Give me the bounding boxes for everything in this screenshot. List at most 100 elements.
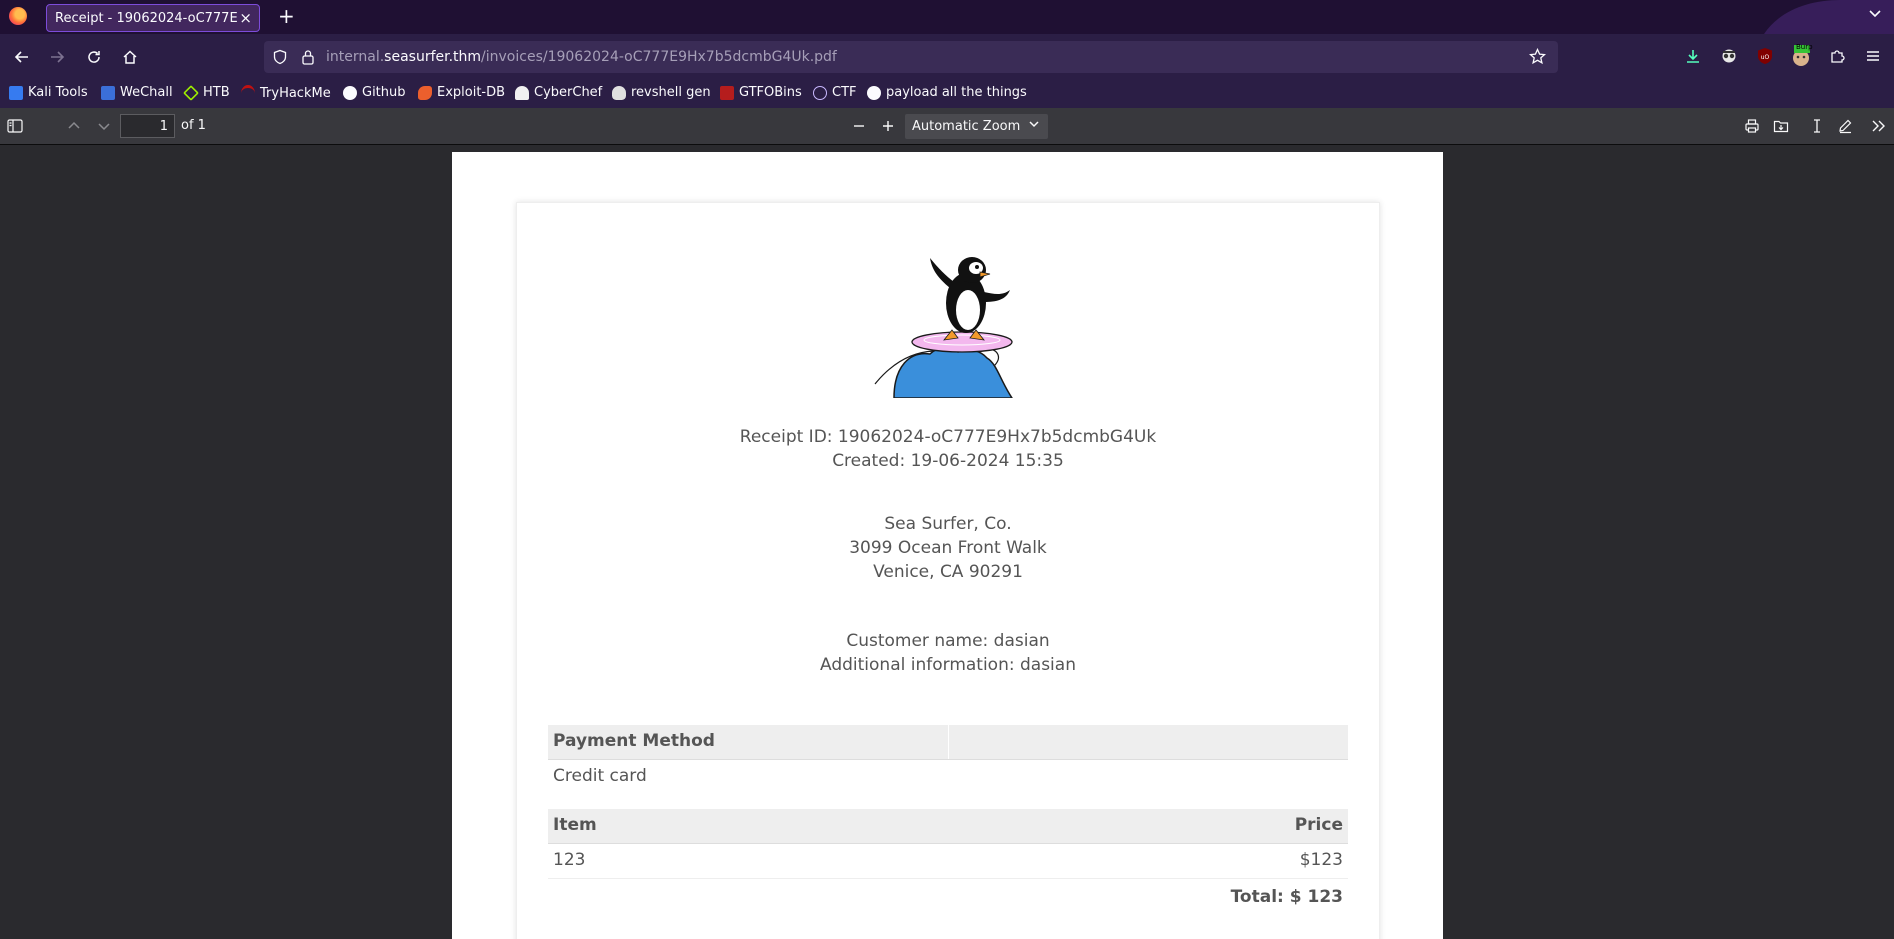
github-icon <box>867 85 881 100</box>
bookmark-label: HTB <box>203 85 230 100</box>
new-tab-icon[interactable]: + <box>278 6 295 26</box>
bookmark-payload-all-the-things[interactable]: payload all the things <box>867 85 1027 100</box>
extension-glasses-button[interactable] <box>1718 45 1740 67</box>
zoom-select-value: Automatic Zoom <box>912 119 1021 134</box>
svg-text:uO: uO <box>1761 54 1770 61</box>
list-all-tabs-icon[interactable] <box>1868 6 1882 24</box>
bookmark-label: CyberChef <box>534 85 603 100</box>
bookmark-label: payload all the things <box>886 85 1027 100</box>
pdf-toolbar: of 1 Automatic Zoom <box>0 108 1894 145</box>
bookmark-cyberchef[interactable]: CyberChef <box>515 85 602 100</box>
zoom-in-button[interactable] <box>878 116 898 136</box>
heading-divider <box>948 725 1349 759</box>
burp-proxy-button[interactable]: Burp <box>1790 43 1813 67</box>
bookmark-ctf[interactable]: CTF <box>813 85 857 100</box>
forward-button[interactable] <box>45 45 69 69</box>
home-button[interactable] <box>118 45 142 69</box>
bookmark-label: Exploit-DB <box>437 85 506 100</box>
table-row: 123 $123 <box>548 844 1348 879</box>
total-row: Total: $ 123 <box>548 879 1348 913</box>
close-tab-icon[interactable]: × <box>239 9 252 27</box>
price-column-heading: Price <box>1294 815 1343 835</box>
bookmarks-toolbar: Kali Tools WeChall HTB TryHackMe Github … <box>0 80 1894 108</box>
bookmark-github[interactable]: Github <box>343 85 406 100</box>
tools-menu-button[interactable] <box>1869 116 1889 136</box>
printer-icon <box>1745 119 1759 133</box>
next-page-button[interactable] <box>94 116 114 136</box>
bookmark-star-icon[interactable] <box>1528 47 1547 69</box>
app-menu-button[interactable] <box>1862 45 1884 67</box>
download-icon <box>1687 50 1699 63</box>
navigation-bar: internal.seasurfer.thm/invoices/19062024… <box>0 34 1894 80</box>
bookmark-label: WeChall <box>120 85 173 100</box>
url-text[interactable]: internal.seasurfer.thm/invoices/19062024… <box>326 49 837 65</box>
text-tool-button[interactable] <box>1807 116 1827 136</box>
kali-icon <box>9 85 23 100</box>
plus-icon <box>883 121 893 131</box>
back-button[interactable] <box>10 45 34 69</box>
bookmark-exploit-db[interactable]: Exploit-DB <box>418 85 505 100</box>
customer-name: Customer name: dasian <box>846 631 1050 651</box>
bookmark-gtfobins[interactable]: GTFOBins <box>720 85 802 100</box>
bookmark-kali-tools[interactable]: Kali Tools <box>9 85 88 100</box>
save-button[interactable] <box>1771 116 1791 136</box>
bookmark-htb[interactable]: HTB <box>183 84 230 101</box>
bookmark-revshell-gen[interactable]: revshell gen <box>612 85 711 100</box>
url-path: /invoices/19062024-oC777E9Hx7b5dcmbG4Uk.… <box>481 49 837 65</box>
bookmark-label: GTFOBins <box>739 85 802 100</box>
extensions-button[interactable] <box>1826 45 1848 67</box>
chevron-down-icon <box>1028 117 1040 135</box>
company-city: Venice, CA 90291 <box>873 562 1023 582</box>
hamburger-menu-icon <box>1867 51 1879 61</box>
bookmark-label: Kali Tools <box>28 85 88 100</box>
cyberchef-icon <box>515 85 529 100</box>
bookmark-wechall[interactable]: WeChall <box>101 85 173 100</box>
receipt-created: Created: 19-06-2024 15:35 <box>832 451 1064 471</box>
url-host: seasurfer.thm <box>384 49 482 65</box>
minus-icon <box>854 125 864 127</box>
lock-icon[interactable] <box>301 49 315 69</box>
chevron-down-icon <box>98 123 110 131</box>
pencil-icon <box>1839 119 1852 134</box>
sidebar-icon <box>7 119 23 133</box>
text-cursor-icon <box>1814 119 1820 133</box>
burp-badge: Burp <box>1796 43 1813 51</box>
chevron-up-icon <box>68 121 80 129</box>
reload-button[interactable] <box>82 45 106 69</box>
penguin-surfer-logo <box>874 257 1013 398</box>
previous-page-button[interactable] <box>64 116 84 136</box>
pdf-page: Receipt ID: 19062024-oC777E9Hx7b5dcmbG4U… <box>452 152 1443 939</box>
firefox-logo-icon[interactable] <box>9 7 27 25</box>
items-table: Item Price 123 $123 Total: $ 123 <box>548 809 1348 913</box>
github-icon <box>343 85 357 100</box>
bookmark-tryhackme[interactable]: TryHackMe <box>241 85 331 102</box>
payment-method-heading: Payment Method <box>553 731 715 751</box>
page-number-input[interactable] <box>120 114 175 138</box>
arrow-right-icon <box>51 51 65 63</box>
downloads-button[interactable] <box>1682 45 1704 67</box>
draw-tool-button[interactable] <box>1835 116 1855 136</box>
item-price: $123 <box>1299 850 1343 870</box>
item-name: 123 <box>553 850 586 870</box>
htb-icon <box>183 84 199 101</box>
zoom-select[interactable]: Automatic Zoom <box>905 114 1048 139</box>
tab-strip: Receipt - 19062024-oC777E9Hx7b5dcmbG4Uk … <box>0 0 1894 34</box>
pdf-viewer[interactable]: Receipt ID: 19062024-oC777E9Hx7b5dcmbG4U… <box>0 145 1894 939</box>
glasses-icon <box>1722 49 1736 63</box>
url-bar[interactable]: internal.seasurfer.thm/invoices/19062024… <box>264 41 1558 73</box>
zoom-out-button[interactable] <box>849 116 869 136</box>
page-count-label: of 1 <box>181 118 206 133</box>
ublock-origin-button[interactable]: uO <box>1754 45 1776 67</box>
puzzle-icon <box>1831 50 1845 63</box>
toggle-sidebar-button[interactable] <box>5 116 25 136</box>
additional-information: Additional information: dasian <box>820 655 1076 675</box>
bookmark-label: CTF <box>832 85 857 100</box>
gtfobins-icon <box>720 85 734 100</box>
tab-receipt[interactable]: Receipt - 19062024-oC777E9Hx7b5dcmbG4Uk … <box>46 4 260 32</box>
print-button[interactable] <box>1742 116 1762 136</box>
tracking-shield-icon[interactable] <box>272 49 288 69</box>
bookmark-label: Github <box>362 85 406 100</box>
receipt-id: Receipt ID: 19062024-oC777E9Hx7b5dcmbG4U… <box>739 427 1157 447</box>
bookmark-label: TryHackMe <box>260 86 331 101</box>
home-icon <box>123 50 137 64</box>
